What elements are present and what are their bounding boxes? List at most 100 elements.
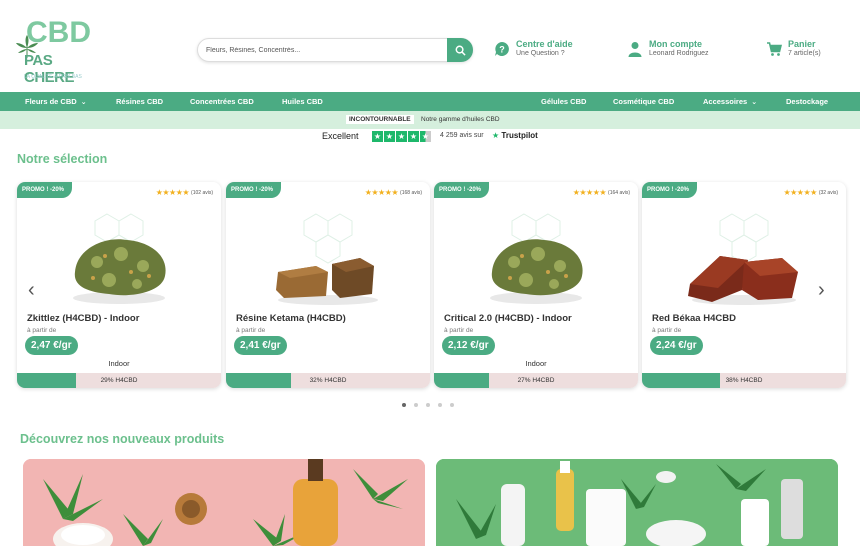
banner-oils[interactable] — [23, 459, 425, 546]
review-count: (102 avis) — [191, 189, 213, 196]
carousel-next-arrow[interactable]: › — [818, 280, 832, 300]
review-count: (168 avis) — [400, 189, 422, 196]
carousel-dot[interactable] — [438, 403, 442, 407]
svg-text:?: ? — [499, 45, 505, 55]
carousel-dot[interactable] — [414, 403, 418, 407]
product-name[interactable]: Red Békaa H4CBD — [652, 313, 736, 324]
promo-banner[interactable]: INCONTOURNABLE Notre gamme d'huiles CBD — [0, 111, 860, 129]
help-subtitle: Une Question ? — [516, 50, 565, 57]
nav-item-fleurs[interactable]: Fleurs de CBD ⌄ — [25, 92, 87, 111]
cart-title: Panier — [788, 39, 816, 49]
help-center-link[interactable]: ? Centre d'aide Une Question ? — [494, 39, 604, 61]
carousel-dots — [402, 403, 462, 407]
product-card[interactable]: PROMO ! -20% ★★★★★ (164 avis) Critical 2.0 … — [434, 182, 638, 388]
main-nav: Fleurs de CBD ⌄ Résines CBD Concentrées C… — [0, 92, 860, 111]
h4cbd-level-bar: 27% H4CBD — [434, 373, 638, 388]
nav-item-destockage[interactable]: Destockage — [786, 92, 828, 111]
carousel-dot[interactable] — [402, 403, 406, 407]
cart-subtitle: 7 article(s) — [788, 50, 821, 57]
logo-cbd: CBD — [26, 16, 91, 49]
nav-item-concentrees[interactable]: Concentrées CBD — [190, 92, 254, 111]
product-variant: Indoor — [108, 359, 130, 368]
promo-badge: PROMO ! -20% — [434, 182, 490, 198]
rating-stars: ★★★★★ — [155, 188, 190, 197]
star-icon: ★ — [384, 131, 395, 142]
product-image — [688, 213, 798, 305]
trustpilot-star-icon: ★ — [492, 131, 500, 140]
account-link[interactable]: Mon compte Leonard Rodriguez — [627, 39, 737, 61]
trustpilot-rating-label: Excellent — [322, 131, 359, 141]
product-image — [490, 213, 583, 304]
star-icon: ★ — [372, 131, 383, 142]
product-card[interactable]: PROMO ! -20% ★★★★★ (168 avis) Résine Ketama… — [226, 182, 430, 388]
rating-stars: ★★★★★ — [364, 188, 399, 197]
nav-item-resines[interactable]: Résines CBD — [116, 92, 163, 111]
promo-text: Notre gamme d'huiles CBD — [421, 116, 500, 123]
oils-banner-image — [23, 459, 425, 546]
logo-tagline: LA QUALITÉ À PRIX BAS — [24, 74, 82, 80]
product-rating: ★★★★★ (102 avis) — [156, 188, 213, 197]
nav-item-label: Résines CBD — [116, 97, 164, 106]
banner-cosmetics[interactable] — [436, 459, 838, 546]
selection-title: Notre sélection — [17, 152, 108, 166]
help-icon: ? — [495, 42, 509, 56]
product-price: 2,24 €/gr — [650, 336, 703, 355]
price-from-label: à partir de — [652, 327, 682, 334]
search-button[interactable] — [447, 38, 473, 62]
trustpilot-logo: ★ Trustpilot — [492, 131, 538, 140]
review-count: (32 avis) — [818, 189, 838, 196]
site-logo[interactable]: CBD PAS CHERE LA QUALITÉ À PRIX BAS — [16, 16, 96, 86]
nav-item-label: Destockage — [786, 97, 829, 106]
product-image — [73, 213, 166, 304]
h4cbd-level-bar: 38% H4CBD — [642, 373, 846, 388]
user-icon — [628, 42, 642, 57]
nav-item-huiles[interactable]: Huiles CBD — [282, 92, 323, 111]
search-input[interactable] — [198, 39, 438, 62]
product-price: 2,12 €/gr — [442, 336, 495, 355]
product-price: 2,47 €/gr — [25, 336, 78, 355]
star-icon: ★ — [396, 131, 407, 142]
nav-item-cosmetique[interactable]: Cosmétique CBD — [613, 92, 674, 111]
trustpilot-brand: Trustpilot — [501, 131, 538, 140]
nav-item-accessoires[interactable]: Accessoires ⌄ — [703, 92, 757, 111]
promo-badge: PROMO ! -20% — [226, 182, 282, 198]
h4cbd-level-bar: 29% H4CBD — [17, 373, 221, 388]
product-image — [276, 213, 378, 305]
logo-pas-chere: PAS CHERE — [24, 52, 75, 86]
nav-item-label: Huiles CBD — [282, 97, 323, 106]
price-from-label: à partir de — [236, 327, 266, 334]
h4cbd-level-bar: 32% H4CBD — [226, 373, 430, 388]
nav-item-label: Gélules CBD — [541, 97, 587, 106]
product-variant: Indoor — [525, 359, 547, 368]
product-name[interactable]: Zkittlez (H4CBD) - Indoor — [27, 313, 139, 324]
product-rating: ★★★★★ (164 avis) — [573, 188, 630, 197]
help-title: Centre d'aide — [516, 39, 573, 49]
h4cbd-level-label: 32% H4CBD — [309, 377, 347, 384]
account-title: Mon compte — [649, 39, 702, 49]
carousel-dot[interactable] — [450, 403, 454, 407]
product-card[interactable]: PROMO ! -20% ★★★★★ (32 avis) Red Békaa H4CB… — [642, 182, 846, 388]
review-count: (164 avis) — [608, 189, 630, 196]
h4cbd-level-label: 29% H4CBD — [100, 377, 138, 384]
new-products-title: Découvrez nos nouveaux produits — [20, 432, 225, 446]
trustpilot-count: 4 259 avis sur — [440, 132, 484, 139]
promo-badge: PROMO ! -20% — [17, 182, 73, 198]
star-icon: ★ — [420, 131, 431, 142]
h4cbd-level-label: 38% H4CBD — [725, 377, 763, 384]
rating-stars: ★★★★★ — [572, 188, 607, 197]
product-price: 2,41 €/gr — [234, 336, 287, 355]
nav-item-label: Fleurs de CBD — [25, 97, 77, 106]
carousel-prev-arrow[interactable]: ‹ — [28, 280, 42, 300]
product-card[interactable]: PROMO ! -20% ★★★★★ (102 avis) Zkittlez (H4C… — [17, 182, 221, 388]
promo-badge: PROMO ! -20% — [642, 182, 698, 198]
cart-link[interactable]: Panier 7 article(s) — [766, 39, 846, 61]
rating-stars: ★★★★★ — [783, 188, 817, 197]
product-name[interactable]: Critical 2.0 (H4CBD) - Indoor — [444, 313, 572, 324]
product-name[interactable]: Résine Ketama (H4CBD) — [236, 313, 346, 324]
nav-item-label: Cosmétique CBD — [613, 97, 675, 106]
carousel-dot[interactable] — [426, 403, 430, 407]
nav-item-label: Accessoires — [703, 97, 748, 106]
price-from-label: à partir de — [27, 327, 57, 334]
nav-item-gelules[interactable]: Gélules CBD — [541, 92, 586, 111]
star-icon: ★ — [408, 131, 419, 142]
